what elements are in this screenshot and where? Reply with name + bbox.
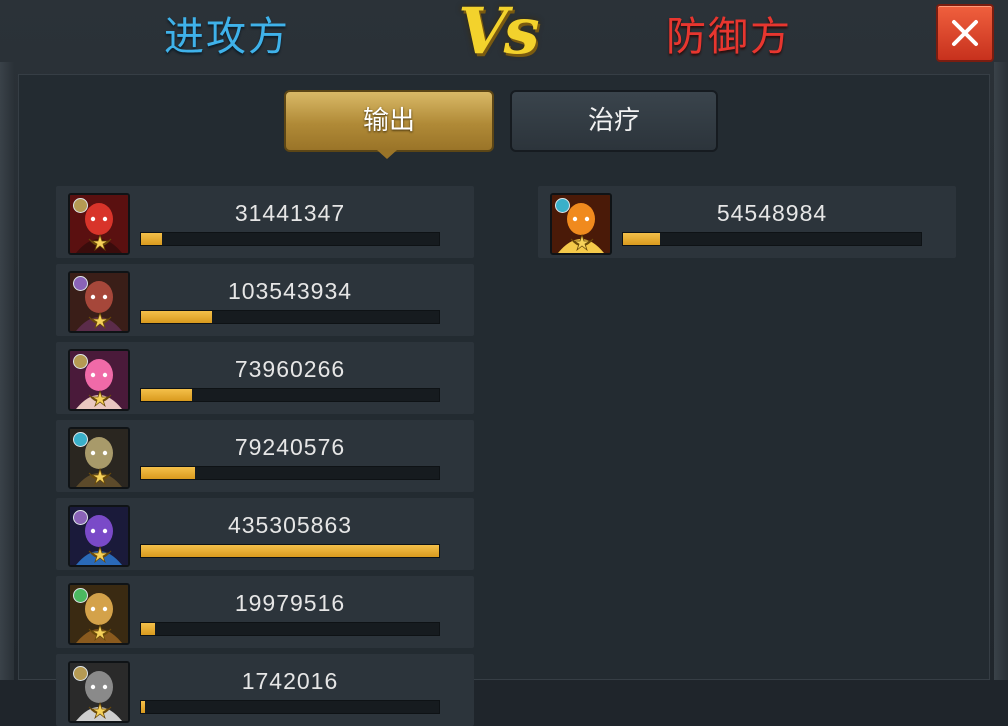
rank-badge-icon (569, 233, 595, 253)
damage-bar (140, 622, 440, 636)
damage-bar (140, 310, 440, 324)
rank-badge-icon (87, 701, 113, 721)
damage-value: 79240576 (234, 434, 346, 460)
hero-portrait[interactable] (68, 193, 130, 255)
hero-portrait[interactable] (68, 349, 130, 411)
hero-portrait[interactable] (68, 427, 130, 489)
attacker-hero-row: 435305863 (56, 498, 474, 570)
hero-type-icon (73, 432, 88, 447)
damage-bar (140, 232, 440, 246)
damage-bar-fill (623, 233, 661, 245)
hero-portrait[interactable] (68, 583, 130, 645)
panel-right-edge (994, 62, 1008, 680)
damage-value: 435305863 (227, 512, 353, 538)
attacker-hero-row: 31441347 (56, 186, 474, 258)
rank-badge-icon (87, 389, 113, 409)
rank-badge-icon (87, 233, 113, 253)
attacker-hero-row: 19979516 (56, 576, 474, 648)
hero-type-icon (73, 276, 88, 291)
hero-type-icon (73, 588, 88, 603)
damage-bar (140, 544, 440, 558)
damage-bar-fill (141, 545, 439, 557)
attacker-title: 进攻方 (164, 14, 290, 60)
tab-healing[interactable]: 治疗 (510, 90, 718, 152)
rank-badge-icon (87, 623, 113, 643)
damage-bar (140, 388, 440, 402)
hero-type-icon (73, 354, 88, 369)
rank-badge-icon (87, 545, 113, 565)
rank-badge-icon (87, 311, 113, 331)
rank-badge-icon (87, 467, 113, 487)
damage-value: 1742016 (241, 668, 339, 694)
damage-value: 103543934 (227, 278, 353, 304)
defender-hero-row: 54548984 (538, 186, 956, 258)
panel-left-edge (0, 62, 14, 680)
damage-bar (622, 232, 922, 246)
damage-bar-fill (141, 467, 196, 479)
hero-type-icon (73, 510, 88, 525)
header: 进攻方 Vs 防御方 (0, 0, 1008, 74)
active-tab-pointer (377, 150, 397, 159)
damage-value: 31441347 (234, 200, 346, 226)
close-icon (952, 20, 978, 46)
attacker-hero-row: 1742016 (56, 654, 474, 726)
damage-value: 54548984 (716, 200, 828, 226)
close-button[interactable] (936, 4, 994, 62)
damage-bar-fill (141, 311, 212, 323)
attacker-hero-row: 79240576 (56, 420, 474, 492)
hero-type-icon (73, 666, 88, 681)
damage-bar (140, 466, 440, 480)
hero-portrait[interactable] (68, 271, 130, 333)
damage-bar (140, 700, 440, 714)
hero-portrait[interactable] (68, 661, 130, 723)
vs-logo: Vs (458, 0, 540, 69)
defender-title: 防御方 (666, 14, 792, 60)
hero-portrait[interactable] (550, 193, 612, 255)
attacker-hero-row: 73960266 (56, 342, 474, 414)
hero-portrait[interactable] (68, 505, 130, 567)
attacker-hero-row: 103543934 (56, 264, 474, 336)
damage-bar-fill (141, 233, 163, 245)
damage-value: 19979516 (234, 590, 346, 616)
hero-type-icon (73, 198, 88, 213)
hero-type-icon (555, 198, 570, 213)
damage-value: 73960266 (234, 356, 346, 382)
damage-bar-fill (141, 389, 192, 401)
tab-output[interactable]: 输出 (284, 90, 494, 152)
damage-bar-fill (141, 623, 155, 635)
damage-bar-fill (141, 701, 145, 713)
